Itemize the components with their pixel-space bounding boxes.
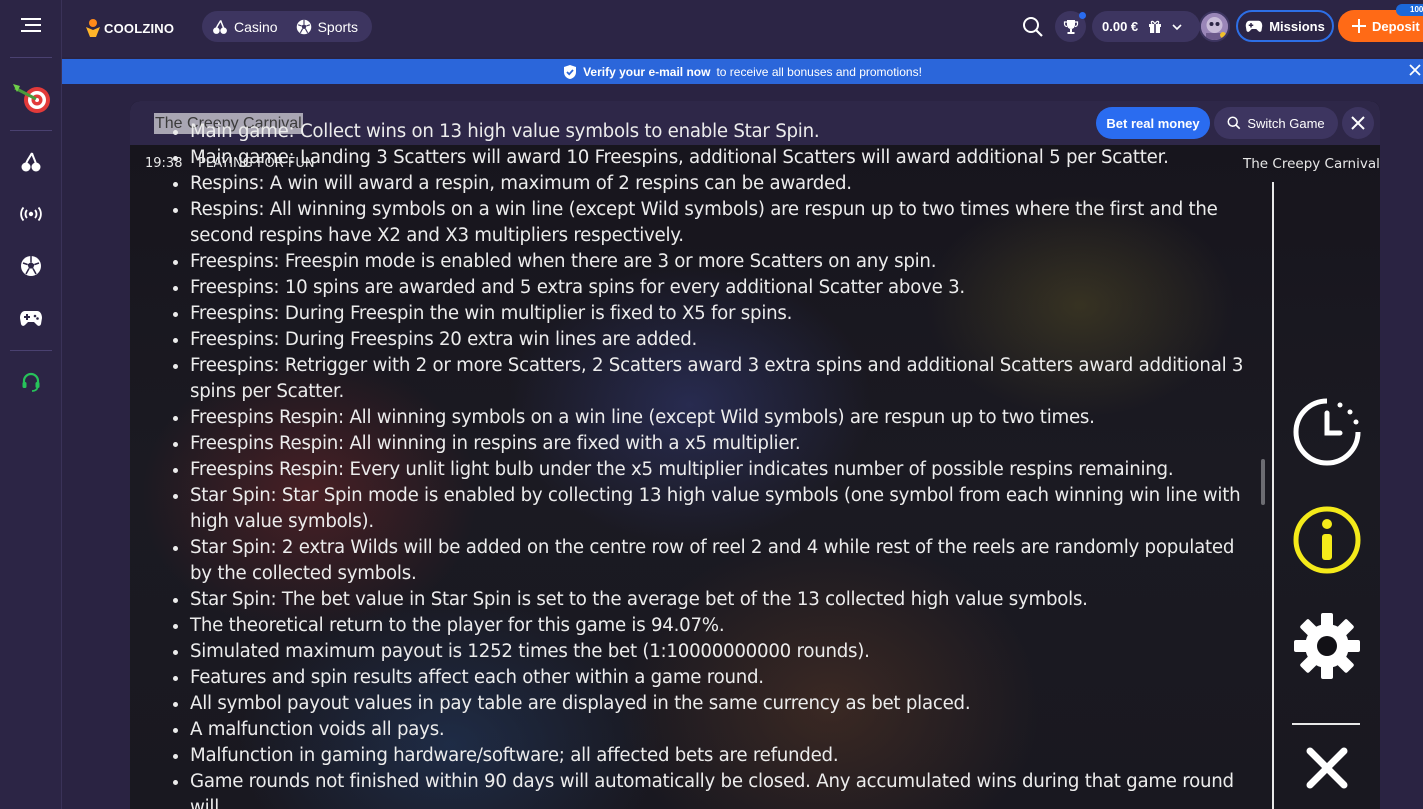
switch-game-label: Switch Game: [1247, 115, 1325, 131]
chevron-down-icon: [1172, 23, 1182, 30]
gamepad-icon: [1245, 20, 1263, 32]
rule-item: Freespins: Retrigger with 2 or more Scat…: [190, 353, 1247, 405]
rule-item: Respins: All winning symbols on a win li…: [190, 197, 1247, 249]
avatar[interactable]: [1199, 11, 1230, 42]
rule-item: Simulated maximum payout is 1252 times t…: [190, 639, 1247, 665]
rule-item: Freespins: 10 spins are awarded and 5 ex…: [190, 275, 1247, 301]
balance-amount: 0.00 €: [1102, 19, 1139, 34]
balance-widget[interactable]: 0.00 €: [1092, 11, 1200, 42]
game-rules-text: Main game: Collect wins on 13 high value…: [172, 119, 1247, 809]
game-name-label: The Creepy Carnival: [1243, 156, 1380, 172]
side-panel-divider: [1272, 182, 1274, 809]
rule-item: A malfunction voids all pays.: [190, 717, 1247, 743]
banner-strong-text: Verify your e-mail now: [583, 64, 711, 79]
rules-list: Main game: Collect wins on 13 high value…: [172, 119, 1247, 809]
rules-scrollbar[interactable]: [1261, 459, 1265, 505]
close-icon[interactable]: [1409, 64, 1421, 79]
rule-item: Star Spin: Star Spin mode is enabled by …: [190, 483, 1247, 535]
rule-item: All symbol payout values in pay table ar…: [190, 691, 1247, 717]
rule-item: Main game: Collect wins on 13 high value…: [190, 119, 1247, 145]
rule-item: Freespins Respin: All winning symbols on…: [190, 405, 1247, 431]
rule-item: Main game: Landing 3 Scatters will award…: [190, 145, 1247, 171]
rule-item: Freespins Respin: All winning in respins…: [190, 431, 1247, 457]
nav-casino-label: Casino: [234, 18, 278, 35]
rule-item: Respins: A win will award a respin, maxi…: [190, 171, 1247, 197]
close-icon: [1351, 116, 1365, 130]
logo-text: COOLZINO: [104, 20, 175, 36]
side-panel-separator: [1292, 723, 1360, 725]
game-clock: 19:38: [145, 156, 183, 171]
nav-casino[interactable]: Casino: [212, 19, 278, 35]
missions-button[interactable]: Missions: [1236, 10, 1334, 42]
darts-icon[interactable]: [11, 78, 51, 118]
football-icon[interactable]: [11, 246, 51, 286]
gamepad-icon[interactable]: [11, 298, 51, 338]
rule-item: Freespins: During Freespins 20 extra win…: [190, 327, 1247, 353]
trophy-icon[interactable]: [1055, 11, 1086, 42]
rule-item: Freespins: Freespin mode is enabled when…: [190, 249, 1247, 275]
cherries-icon[interactable]: [11, 142, 51, 182]
logo-mark-icon: [86, 19, 100, 37]
plus-icon: [1352, 19, 1366, 33]
play-mode-label: PLAYING FOR FUN: [198, 156, 315, 171]
rule-item: The theoretical return to the player for…: [190, 613, 1247, 639]
rule-item: Malfunction in gaming hardware/software;…: [190, 743, 1247, 769]
notification-dot: [1079, 12, 1086, 19]
rail-divider: [10, 350, 52, 351]
history-icon[interactable]: [1292, 397, 1362, 467]
live-broadcast-icon[interactable]: [11, 194, 51, 234]
rule-item: Star Spin: The bet value in Star Spin is…: [190, 587, 1247, 613]
close-game-button[interactable]: [1342, 107, 1374, 139]
shield-check-icon: [564, 64, 577, 79]
brand-logo[interactable]: COOLZINO: [84, 13, 174, 43]
close-icon[interactable]: [1306, 747, 1348, 789]
rule-item: Freespins Respin: Every unlit light bulb…: [190, 457, 1247, 483]
menu-icon[interactable]: [11, 5, 51, 45]
search-icon[interactable]: [1020, 14, 1046, 40]
rail-divider: [10, 130, 52, 131]
info-icon[interactable]: [1292, 505, 1362, 575]
top-bar: COOLZINO Casino Sports 0.00 € Missions D…: [62, 0, 1423, 57]
headset-icon[interactable]: [11, 362, 51, 402]
main-nav: Casino Sports: [202, 11, 372, 42]
football-icon: [296, 19, 311, 34]
left-rail: [0, 0, 62, 809]
gear-icon[interactable]: [1292, 611, 1362, 681]
deposit-label: Deposit: [1372, 18, 1420, 34]
rule-item: Freespins: During Freespin the win multi…: [190, 301, 1247, 327]
rule-item: Game rounds not finished within 90 days …: [190, 769, 1247, 809]
deposit-badge-text: 100: [1410, 5, 1423, 14]
missions-label: Missions: [1269, 18, 1325, 34]
nav-sports-label: Sports: [317, 18, 359, 35]
nav-sports[interactable]: Sports: [296, 19, 358, 35]
game-frame: The Creepy Carnival Bet real money Switc…: [130, 101, 1380, 809]
rule-item: Features and spin results affect each ot…: [190, 665, 1247, 691]
banner-text: to receive all bonuses and promotions!: [716, 64, 922, 79]
rail-divider: [10, 57, 52, 58]
game-canvas[interactable]: Main game: Collect wins on 13 high value…: [130, 121, 1380, 809]
deposit-bonus-badge: 100: [1396, 4, 1423, 16]
cherries-icon: [213, 19, 227, 34]
verify-email-banner[interactable]: Verify your e-mail now to receive all bo…: [62, 59, 1423, 84]
rule-item: Star Spin: 2 extra Wilds will be added o…: [190, 535, 1247, 587]
gift-icon: [1149, 20, 1162, 33]
